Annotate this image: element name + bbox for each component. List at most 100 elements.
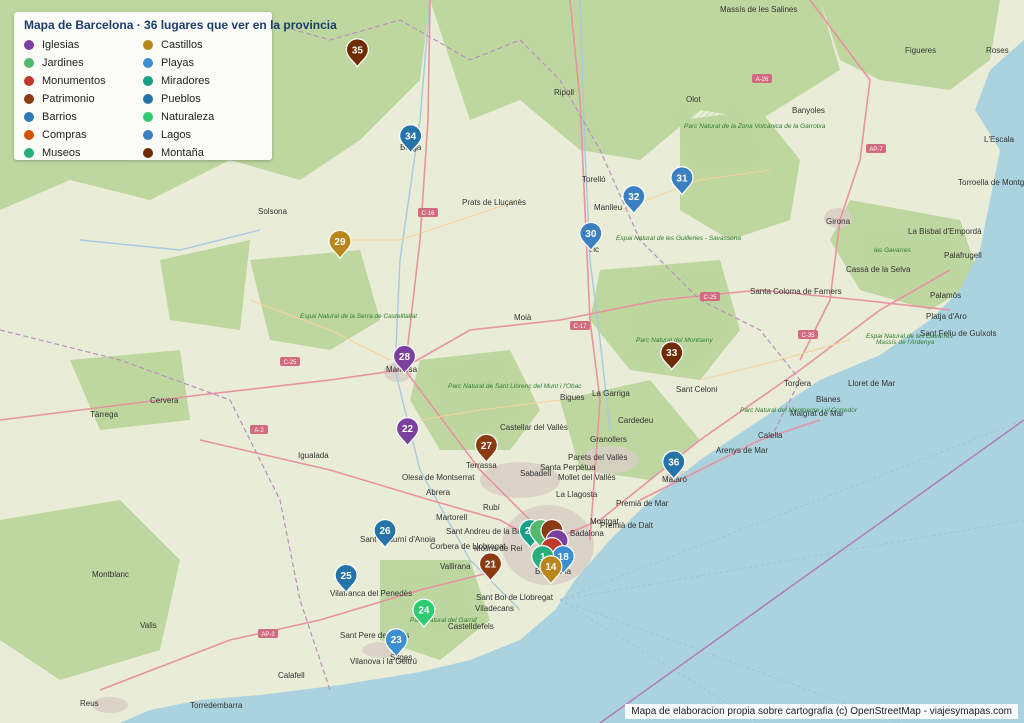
map-pin-number: 22 <box>402 424 414 435</box>
place-label: Moià <box>514 313 532 322</box>
map-pin-number: 24 <box>418 606 430 617</box>
place-label: Torroella de Montgrí <box>958 178 1024 187</box>
place-label: La Bisbal d'Empordà <box>908 227 982 236</box>
legend-label: Monumentos <box>42 75 106 87</box>
legend-swatch-icon <box>24 148 34 158</box>
place-label: Lloret de Mar <box>848 379 895 388</box>
map-pin-number: 30 <box>585 229 597 240</box>
place-label: Calella <box>758 431 783 440</box>
place-label: Castellar del Vallès <box>500 423 568 432</box>
legend-item[interactable]: Jardines <box>24 54 143 72</box>
legend-item[interactable]: Miradores <box>143 72 262 90</box>
legend-swatch-icon <box>143 94 153 104</box>
legend-item[interactable]: Patrimonio <box>24 90 143 108</box>
map-pin-number: 35 <box>352 45 364 56</box>
legend-label: Barrios <box>42 111 77 123</box>
place-label: Bigues <box>560 393 584 402</box>
legend-item[interactable]: Iglesias <box>24 36 143 54</box>
place-label: Reus <box>80 699 99 708</box>
legend-item[interactable]: Naturaleza <box>143 108 262 126</box>
legend-label: Jardines <box>42 57 84 69</box>
map-pin-number: 25 <box>341 571 353 582</box>
legend-label: Naturaleza <box>161 111 215 123</box>
place-label: Torelló <box>582 175 606 184</box>
legend-item[interactable]: Lagos <box>143 126 262 144</box>
park-label: Parc Natural del Montnegre i el Corredor <box>740 407 858 414</box>
legend-column: Iglesias Jardines Monumentos Patrimonio Barr… <box>24 36 143 162</box>
legend-label: Castillos <box>161 39 203 51</box>
legend-swatch-icon <box>143 112 153 122</box>
legend-swatch-icon <box>24 76 34 86</box>
place-label: Ripoll <box>554 88 574 97</box>
legend-item[interactable]: Pueblos <box>143 90 262 108</box>
place-label: Figueres <box>905 46 936 55</box>
place-label: Molins de Rei <box>474 544 523 553</box>
place-label: Vallirana <box>440 562 471 571</box>
place-label: Roses <box>986 46 1009 55</box>
legend-swatch-icon <box>143 76 153 86</box>
place-label: Vilafranca del Penedès <box>330 589 412 598</box>
place-label: Blanes <box>816 395 840 404</box>
place-label: Granollers <box>590 435 627 444</box>
place-label: Tordera <box>784 379 812 388</box>
place-label: Girona <box>826 217 851 226</box>
map-attribution: Mapa de elaboracion propia sobre cartogr… <box>625 704 1018 719</box>
place-label: Cassà de la Selva <box>846 265 911 274</box>
map-pin-number: 32 <box>628 192 640 203</box>
map-pin-number: 21 <box>485 559 497 570</box>
place-label: Rubí <box>483 503 501 512</box>
road-label: C-17 <box>573 324 587 330</box>
map-pin-number: 27 <box>481 441 493 452</box>
road-label: C-25 <box>283 360 297 366</box>
map-pin-number: 23 <box>391 635 403 646</box>
park-label: Massís de l'Ardenya <box>876 339 935 346</box>
legend-item[interactable]: Montaña <box>143 144 262 162</box>
legend-item[interactable]: Monumentos <box>24 72 143 90</box>
legend-panel: Mapa de Barcelona · 36 lugares que ver e… <box>14 12 337 162</box>
place-label: Olot <box>686 95 701 104</box>
park-label: Parc Natural de Sant Llorenç del Munt i … <box>448 383 582 390</box>
map-pin-number: 26 <box>379 526 391 537</box>
legend-item[interactable]: Castillos <box>143 36 262 54</box>
place-label: Tàrrega <box>90 410 119 419</box>
legend-swatch-icon <box>24 112 34 122</box>
legend-label: Iglesias <box>42 39 80 51</box>
place-label: Torredembarra <box>190 701 243 710</box>
place-label: L'Escala <box>984 135 1015 144</box>
place-label: Palafrugell <box>944 251 982 260</box>
legend-label: Playas <box>161 57 195 69</box>
place-label: Abrera <box>426 488 451 497</box>
place-label: Platja d'Aro <box>926 312 967 321</box>
map-pin-number: 34 <box>405 131 417 142</box>
park-label: les Gavarres <box>874 247 912 254</box>
legend-label: Patrimonio <box>42 93 95 105</box>
map-canvas[interactable]: A-26 AP-7 C-16 C-17 C-25 C-35 A-2 AP-2 C… <box>0 0 1024 723</box>
place-label: Sant Celoni <box>676 385 718 394</box>
place-label: La Garriga <box>592 389 630 398</box>
place-label: Martorell <box>436 513 467 522</box>
place-label: Prats de Lluçanès <box>462 198 526 207</box>
legend-swatch-icon <box>143 148 153 158</box>
legend-label: Museos <box>42 147 81 159</box>
place-label: Olesa de Montserrat <box>402 473 475 482</box>
place-label: Cervera <box>150 396 179 405</box>
place-label: Valls <box>140 621 157 630</box>
place-label: Massís de les Salines <box>720 5 797 14</box>
place-label: Vilanova i la Geltrú <box>350 657 417 666</box>
legend-swatch-icon <box>143 40 153 50</box>
legend-label: Lagos <box>161 129 191 141</box>
place-label: Terrassa <box>466 461 497 470</box>
legend-item[interactable]: Playas <box>143 54 262 72</box>
legend-item[interactable]: Museos <box>24 144 143 162</box>
park-label: Espai Natural de la Serra de Castelltall… <box>300 313 418 320</box>
map-pin-number: 36 <box>668 457 680 468</box>
legend-swatch-icon <box>143 58 153 68</box>
legend-item[interactable]: Compras <box>24 126 143 144</box>
place-label: Parets del Vallès <box>568 453 627 462</box>
place-label: Cardedeu <box>618 416 653 425</box>
legend-column: Castillos Playas Miradores Pueblos Naturalez… <box>143 36 262 162</box>
legend-swatch-icon <box>24 94 34 104</box>
map-pin-number: 29 <box>334 237 346 248</box>
legend-item[interactable]: Barrios <box>24 108 143 126</box>
legend-label: Montaña <box>161 147 204 159</box>
